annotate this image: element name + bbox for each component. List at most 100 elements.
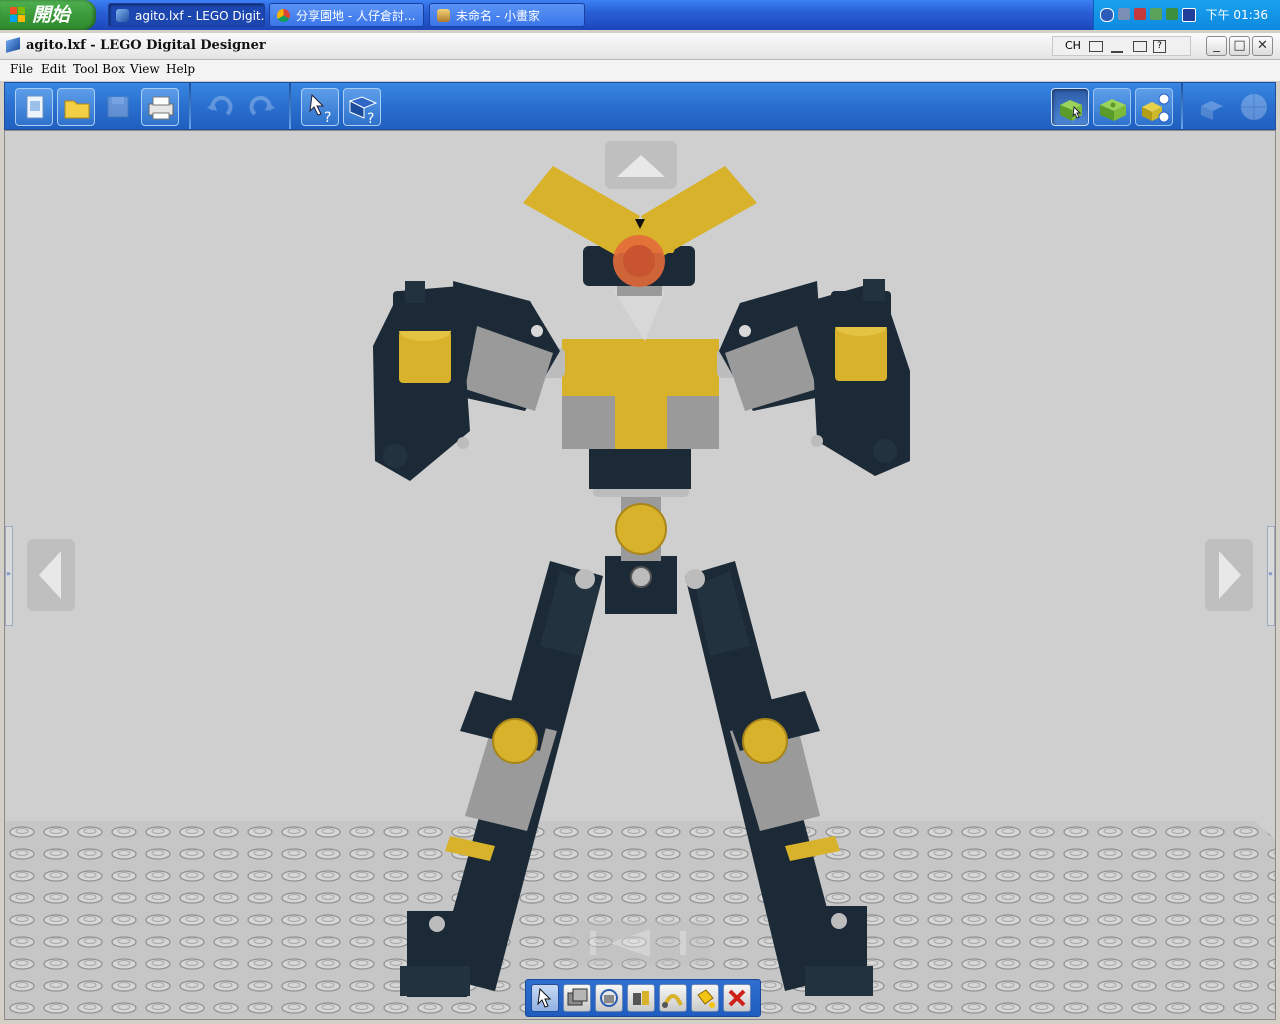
chrome-icon (277, 9, 290, 22)
clone-tool-button[interactable] (563, 984, 591, 1012)
task-lego-designer[interactable]: agito.lxf - LEGO Digit... (108, 3, 265, 27)
help-icon[interactable]: ? (1153, 40, 1166, 53)
users-icon[interactable] (1166, 8, 1178, 20)
toolbar-separator (189, 83, 191, 129)
building-guide-mode-icon (1142, 93, 1170, 123)
share-button[interactable] (1193, 88, 1231, 126)
task-paint[interactable]: 未命名 - 小畫家 (429, 3, 585, 27)
brick-palette-tab[interactable]: » (5, 526, 13, 626)
print-icon (148, 96, 174, 120)
select-tool-button[interactable] (531, 984, 559, 1012)
head[interactable] (523, 166, 757, 341)
lego-designer-icon (116, 9, 129, 22)
undo-icon (207, 95, 233, 116)
building-guide-mode-button[interactable] (1135, 88, 1173, 126)
start-button[interactable]: 開始 (0, 0, 96, 30)
menu-file[interactable]: File (10, 62, 33, 76)
zoom-slider-icon (590, 929, 686, 957)
hinge-icon (600, 989, 618, 1007)
monitor-icon[interactable] (1182, 8, 1196, 22)
model-overview-tab[interactable]: « (1267, 526, 1275, 626)
tray-expand-icon[interactable] (1100, 8, 1114, 22)
system-tray: 下午 01:36 (1093, 0, 1280, 30)
windows-logo-icon (10, 7, 26, 23)
new-file-icon (26, 95, 44, 119)
share-icon (1201, 101, 1223, 120)
hinge-align-icon (633, 991, 649, 1005)
minimize-button[interactable]: _ (1206, 36, 1227, 56)
clone-icon (567, 988, 588, 1006)
3d-viewport[interactable]: » « (4, 130, 1276, 1020)
save-button[interactable] (99, 88, 137, 126)
keyboard-icon[interactable] (1089, 41, 1103, 52)
guide-book-icon: ? (348, 96, 378, 127)
menu-toolbox[interactable]: Tool Box (73, 62, 125, 76)
paint-icon (437, 9, 450, 22)
save-icon (107, 96, 129, 118)
build-mode-icon (1060, 100, 1082, 121)
guide-book-button[interactable]: ? (343, 88, 381, 127)
pen-icon[interactable] (1111, 41, 1123, 53)
new-file-button[interactable] (15, 88, 53, 126)
menu-bar: File Edit Tool Box View Help (0, 60, 1280, 82)
waist[interactable] (593, 471, 689, 614)
build-mode-button[interactable] (1051, 88, 1089, 126)
delete-icon (728, 989, 746, 1007)
globe-icon (1241, 94, 1267, 120)
menu-edit[interactable]: Edit (41, 62, 66, 76)
svg-text:?: ? (324, 110, 331, 126)
main-toolbar: ? ? (4, 82, 1276, 130)
task-label: agito.lxf - LEGO Digit... (135, 9, 265, 23)
menu-view[interactable]: View (130, 62, 160, 76)
messenger-icon[interactable] (1150, 8, 1162, 20)
toolbar-separator (1181, 83, 1183, 129)
start-label: 開始 (32, 4, 71, 26)
paint-bucket-tool-button[interactable] (691, 984, 719, 1012)
security-icon[interactable] (1134, 8, 1146, 20)
globe-button[interactable] (1235, 88, 1273, 126)
window-title: agito.lxf - LEGO Digital Designer (26, 38, 266, 53)
expand-left-icon: « (1268, 569, 1273, 578)
open-button[interactable] (57, 88, 95, 126)
arrow-up-icon (617, 155, 665, 177)
language-bar[interactable]: CH ? (1052, 36, 1191, 56)
undo-button[interactable] (201, 88, 239, 126)
redo-button[interactable] (243, 88, 281, 126)
view-mode-button[interactable] (1093, 88, 1131, 126)
camera-zoom-control[interactable] (570, 921, 710, 965)
select-arrow-icon (537, 987, 552, 1008)
flex-icon (662, 994, 683, 1008)
print-button[interactable] (141, 88, 179, 126)
right-leg[interactable] (685, 561, 873, 996)
paint-bucket-icon (697, 989, 715, 1008)
arrow-right-icon (1219, 551, 1241, 599)
camera-left-button[interactable] (27, 539, 75, 611)
hinge-align-tool-button[interactable] (627, 984, 655, 1012)
close-button[interactable]: ✕ (1252, 36, 1273, 56)
task-label: 未命名 - 小畫家 (456, 9, 540, 23)
language-indicator[interactable]: CH (1065, 37, 1081, 55)
menu-help[interactable]: Help (166, 62, 195, 76)
open-folder-icon (64, 100, 90, 119)
tool-palette (525, 979, 761, 1017)
arrow-left-icon (39, 551, 61, 599)
help-pointer-button[interactable]: ? (301, 88, 339, 126)
lego-robot-model[interactable] (5, 131, 1276, 1020)
task-chrome[interactable]: 分享園地 - 人仔倉討... (269, 3, 424, 27)
view-mode-icon (1100, 99, 1126, 121)
delete-tool-button[interactable] (723, 984, 751, 1012)
network-icon[interactable] (1118, 8, 1130, 20)
hinge-tool-button[interactable] (595, 984, 623, 1012)
flex-tool-button[interactable] (659, 984, 687, 1012)
svg-text:?: ? (367, 111, 374, 127)
task-label: 分享園地 - 人仔倉討... (296, 9, 416, 23)
maximize-button[interactable]: □ (1229, 36, 1250, 56)
redo-icon (249, 95, 275, 116)
options-icon[interactable] (1133, 41, 1147, 52)
camera-right-button[interactable] (1205, 539, 1253, 611)
left-arm[interactable] (373, 281, 560, 481)
camera-up-button[interactable] (605, 141, 677, 189)
tray-clock[interactable]: 下午 01:36 (1206, 0, 1268, 30)
right-arm[interactable] (719, 279, 910, 476)
toolbar-separator (289, 83, 291, 129)
